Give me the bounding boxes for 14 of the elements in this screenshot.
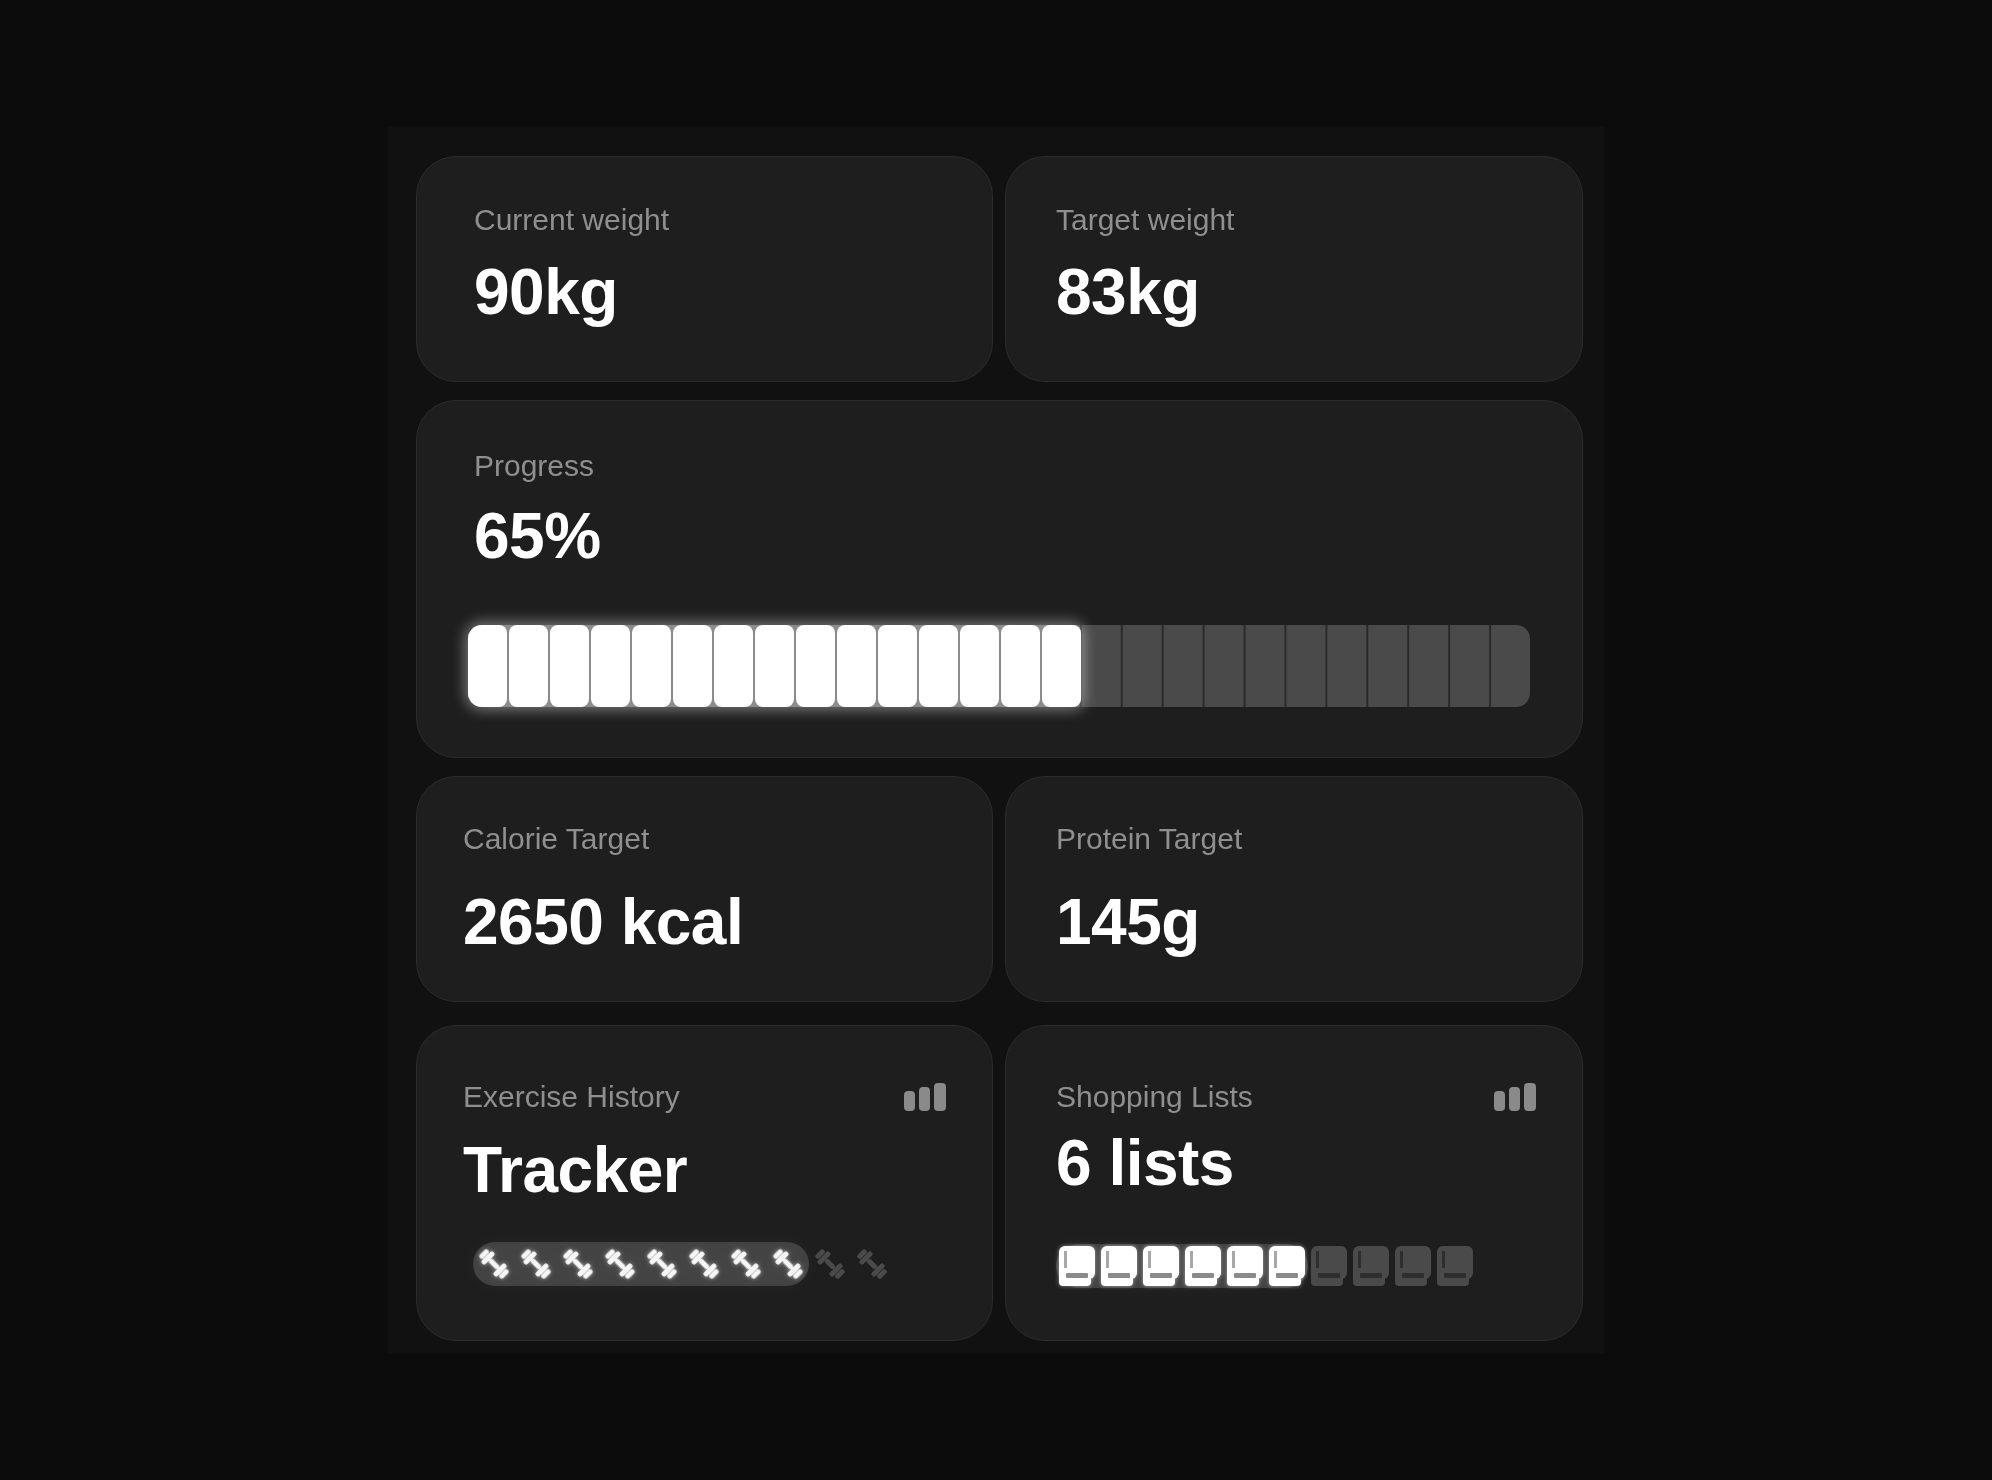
card-label: Current weight	[474, 202, 670, 238]
card-value: 6 lists	[1056, 1127, 1234, 1199]
card-value: 65%	[474, 500, 601, 572]
card-value: Tracker	[463, 1134, 688, 1206]
card-value: 83kg	[1056, 256, 1200, 328]
card-label: Progress	[474, 448, 595, 484]
card-value: 2650 kcal	[463, 886, 744, 958]
card-label: Exercise History	[463, 1079, 680, 1115]
card-value: 145g	[1056, 886, 1200, 958]
card-label: Target weight	[1056, 202, 1235, 238]
card-label: Protein Target	[1056, 821, 1243, 857]
card-value: 90kg	[474, 256, 618, 328]
card-label: Shopping Lists	[1056, 1079, 1253, 1115]
card-label: Calorie Target	[463, 821, 650, 857]
